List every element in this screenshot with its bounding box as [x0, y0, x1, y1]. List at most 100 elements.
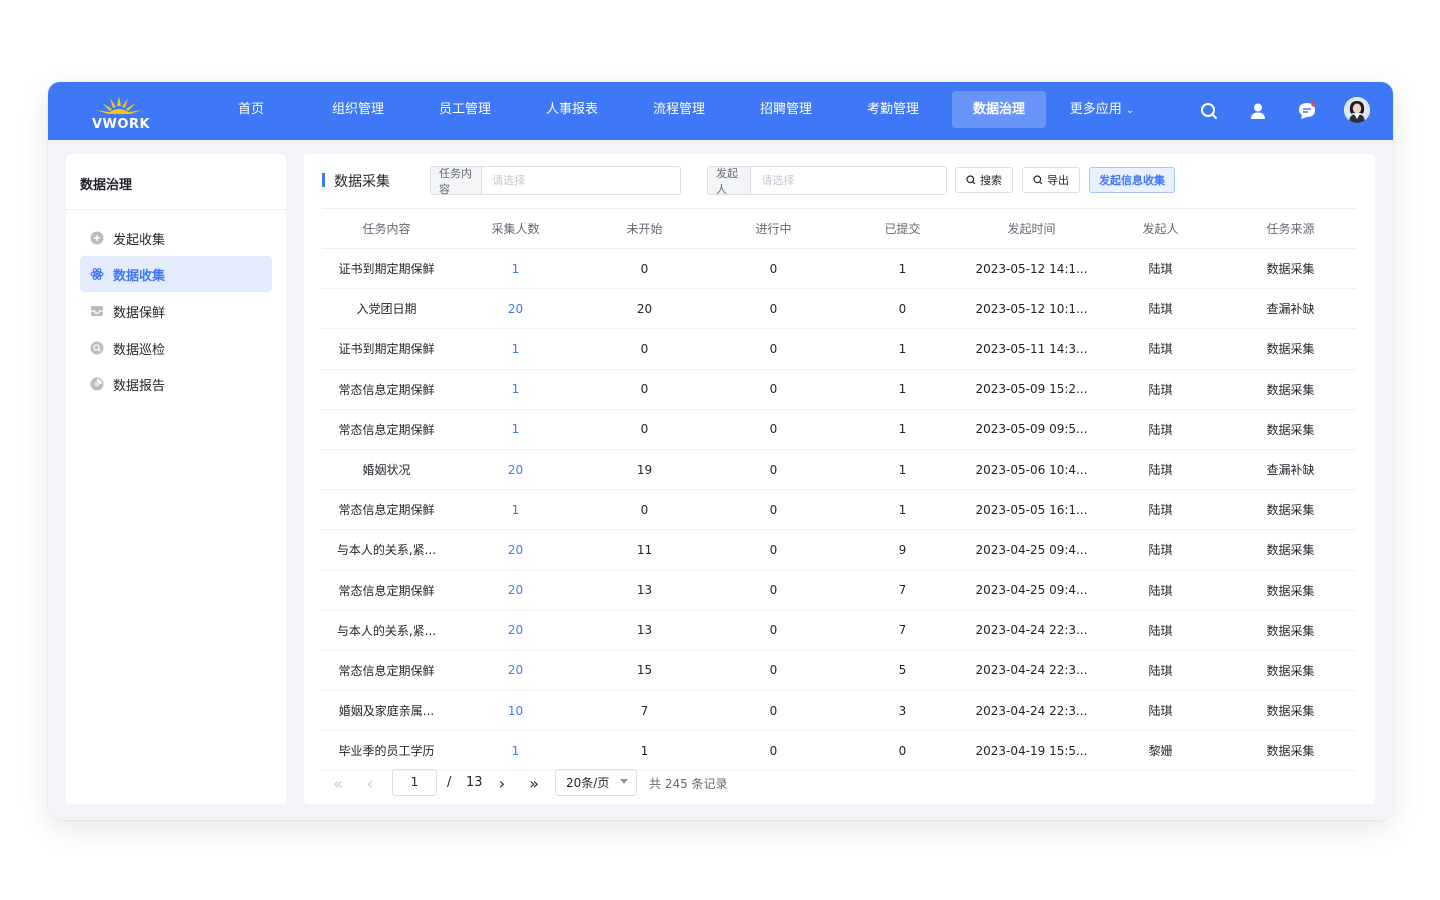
table-row[interactable]: 常态信息定期保鲜 20 13 0 7 2023-04-25 09:4... 陆琪 数据采集 [322, 571, 1356, 611]
column-header[interactable]: 任务内容 [322, 220, 451, 237]
table-cell: 7 [640, 703, 649, 718]
collector-count-link[interactable]: 1 [451, 262, 580, 276]
table-row[interactable]: 常态信息定期保鲜 1 0 0 1 2023-05-05 16:1... 陆琪 数据采集 [322, 490, 1356, 531]
table-row[interactable]: 证书到期定期保鲜 1 0 0 1 2023-05-11 14:3... 陆琪 数据采集 [322, 329, 1356, 370]
table-cell: 1 [640, 743, 649, 758]
table-row[interactable]: 与本人的关系,紧... 20 11 0 9 2023-04-25 09:4... 陆琪 数据采… [322, 530, 1356, 571]
table-cell: 陆琪 [1148, 342, 1173, 357]
table-row[interactable]: 婚姻状况 20 19 0 1 2023-05-06 10:4... 陆琪 查漏补缺 [322, 450, 1356, 491]
column-header[interactable]: 采集人数 [451, 220, 580, 237]
sidebar-item-label: 数据保鲜 [113, 305, 166, 321]
nav-item-hr-report[interactable]: 人事报表 [539, 91, 605, 128]
collector-count-link[interactable]: 1 [451, 744, 580, 758]
sidebar-item-launch-collection[interactable]: 发起收集 [80, 220, 272, 256]
first-page-icon[interactable]: « [328, 773, 348, 793]
table-cell: 查漏补缺 [1266, 463, 1315, 478]
user-icon[interactable] [1246, 99, 1270, 123]
sidebar-divider [66, 209, 286, 210]
table-cell: 常态信息定期保鲜 [338, 422, 435, 437]
collector-count-link[interactable]: 1 [451, 422, 580, 436]
nav-item-recruit[interactable]: 招聘管理 [753, 91, 819, 128]
sidebar-item-data-freshness[interactable]: 数据保鲜 [80, 293, 272, 329]
table-row[interactable]: 常态信息定期保鲜 20 15 0 5 2023-04-24 22:3... 陆琪 数据采集 [322, 651, 1356, 692]
next-page-icon[interactable]: › [492, 773, 512, 793]
message-icon[interactable] [1295, 99, 1319, 123]
table-cell: 2023-05-06 10:4... [975, 462, 1088, 477]
data-table: 任务内容 采集人数 未开始 进行中 已提交 发起时间 发起人 任务来源 证书到期… [322, 208, 1356, 772]
table-cell: 0 [769, 382, 778, 397]
collector-count-link[interactable]: 20 [451, 623, 580, 637]
table-cell: 陆琪 [1148, 663, 1173, 678]
column-header[interactable]: 进行中 [709, 220, 838, 237]
collector-count-link[interactable]: 20 [451, 663, 580, 677]
nav-item-staff[interactable]: 员工管理 [432, 91, 498, 128]
collector-count-link[interactable]: 20 [451, 583, 580, 597]
table-cell: 11 [636, 542, 653, 557]
column-header[interactable]: 发起人 [1096, 220, 1225, 237]
logo-text: VWORK [92, 117, 151, 132]
table-row[interactable]: 常态信息定期保鲜 1 0 0 1 2023-05-09 15:2... 陆琪 数据采集 [322, 370, 1356, 410]
table-cell: 常态信息定期保鲜 [338, 382, 435, 397]
last-page-icon[interactable]: » [524, 773, 544, 793]
table-cell: 常态信息定期保鲜 [338, 583, 435, 598]
avatar[interactable] [1344, 97, 1370, 123]
sidebar-item-data-report[interactable]: 数据报告 [80, 366, 272, 402]
search-button-label: 搜索 [980, 174, 1002, 187]
search-button[interactable]: 搜索 [955, 167, 1013, 193]
collector-count-link[interactable]: 1 [451, 503, 580, 517]
pagination: « ‹ 1 / 13 › » 20条/页 共 245 条记录 [328, 769, 928, 797]
page-size-select[interactable]: 20条/页 [555, 769, 637, 796]
column-header[interactable]: 发起时间 [967, 220, 1096, 237]
table-row[interactable]: 入党团日期 20 20 0 0 2023-05-12 10:1... 陆琪 查漏补缺 [322, 289, 1356, 330]
table-cell: 1 [898, 462, 907, 477]
inbox-icon [90, 304, 104, 318]
task-content-input[interactable] [482, 167, 680, 194]
search-icon [1033, 175, 1043, 185]
column-header[interactable]: 未开始 [580, 220, 709, 237]
export-button-label: 导出 [1047, 174, 1069, 187]
page-number-input[interactable]: 1 [392, 769, 437, 796]
table-cell: 0 [640, 341, 649, 356]
collector-count-link[interactable]: 20 [451, 543, 580, 557]
table-cell: 数据采集 [1266, 583, 1315, 598]
table-body: 证书到期定期保鲜 1 0 0 1 2023-05-12 14:1... 陆琪 数据采集 入党团日… [322, 249, 1356, 772]
nav-item-org[interactable]: 组织管理 [325, 91, 391, 128]
table-row[interactable]: 毕业季的员工学历 1 1 0 0 2023-04-19 15:5... 黎姗 数据采集 [322, 731, 1356, 772]
table-row[interactable]: 常态信息定期保鲜 1 0 0 1 2023-05-09 09:5... 陆琪 数据采集 [322, 410, 1356, 450]
page-separator: / [447, 775, 452, 790]
total-records: 共 245 条记录 [649, 777, 728, 791]
sidebar-item-data-inspection[interactable]: 数据巡检 [80, 330, 272, 366]
sidebar-item-data-collection[interactable]: 数据收集 [80, 256, 272, 292]
nav-item-home[interactable]: 首页 [220, 91, 282, 128]
prev-page-icon[interactable]: ‹ [360, 773, 380, 793]
nav-item-workflow[interactable]: 流程管理 [646, 91, 712, 128]
table-cell: 证书到期定期保鲜 [338, 342, 435, 357]
nav-item-attendance[interactable]: 考勤管理 [860, 91, 926, 128]
search-icon[interactable] [1197, 99, 1221, 123]
launch-collection-button[interactable]: 发起信息收集 [1089, 167, 1175, 193]
table-cell: 2023-04-25 09:4... [975, 583, 1088, 598]
sidebar-item-label: 发起收集 [113, 232, 166, 248]
table-cell: 20 [636, 301, 653, 316]
table-row[interactable]: 证书到期定期保鲜 1 0 0 1 2023-05-12 14:1... 陆琪 数据采集 [322, 249, 1356, 290]
collector-count-link[interactable]: 20 [451, 302, 580, 316]
table-cell: 黎姗 [1148, 744, 1173, 759]
table-cell: 1 [898, 422, 907, 437]
table-cell: 3 [898, 703, 907, 718]
table-row[interactable]: 婚姻及家庭亲属... 10 7 0 3 2023-04-24 22:3... 陆琪 数据采集 [322, 691, 1356, 732]
collector-count-link[interactable]: 1 [451, 382, 580, 396]
nav-item-more[interactable]: 更多应用 ⌄ [1064, 91, 1140, 128]
inspect-icon [90, 341, 104, 355]
table-cell: 2023-05-09 15:2... [975, 382, 1088, 397]
initiator-input[interactable] [751, 167, 946, 194]
vwork-logo[interactable]: VWORK [90, 92, 151, 132]
nav-item-data-governance[interactable]: 数据治理 [952, 91, 1046, 128]
collector-count-link[interactable]: 20 [451, 463, 580, 477]
column-header[interactable]: 任务来源 [1225, 220, 1356, 237]
collector-count-link[interactable]: 10 [451, 704, 580, 718]
sun-logo-icon [96, 96, 142, 114]
collector-count-link[interactable]: 1 [451, 342, 580, 356]
export-button[interactable]: 导出 [1022, 167, 1080, 193]
table-row[interactable]: 与本人的关系,紧... 20 13 0 7 2023-04-24 22:3... 陆琪 数据采… [322, 611, 1356, 651]
column-header[interactable]: 已提交 [838, 220, 967, 237]
